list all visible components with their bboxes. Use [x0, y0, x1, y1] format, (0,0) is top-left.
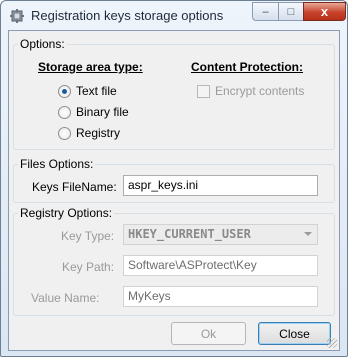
key-path-label: Key Path:	[62, 260, 115, 274]
options-group: Options: Storage area type: Content Prot…	[13, 37, 335, 150]
title-bar[interactable]: Registration keys storage options – □ x	[1, 1, 347, 31]
value-name-input[interactable]: MyKeys	[123, 286, 318, 307]
close-button[interactable]: Close	[258, 322, 331, 345]
radio-registry-label[interactable]: Registry	[76, 126, 120, 140]
key-type-value: HKEY_CURRENT_USER	[128, 227, 251, 241]
encrypt-contents-checkbox[interactable]	[197, 85, 210, 98]
keys-filename-input[interactable]: aspr_keys.ini	[123, 175, 318, 196]
value-name-label: Value Name:	[31, 291, 100, 305]
radio-text-file[interactable]	[58, 85, 71, 98]
keys-filename-label: Keys FileName:	[32, 180, 117, 194]
key-path-input[interactable]: Software\ASProtect\Key	[123, 255, 318, 276]
options-group-title: Options:	[18, 37, 67, 51]
ok-button[interactable]: Ok	[171, 322, 246, 345]
radio-binary-file-label[interactable]: Binary file	[76, 105, 129, 119]
dialog-window: Registration keys storage options – □ x …	[0, 0, 348, 357]
radio-binary-file[interactable]	[58, 106, 71, 119]
minimize-button[interactable]: –	[252, 2, 279, 21]
key-type-label: Key Type:	[61, 229, 115, 243]
registry-options-group-title: Registry Options:	[18, 206, 115, 220]
resize-grip[interactable]	[327, 338, 337, 348]
content-protection-heading: Content Protection:	[191, 60, 303, 74]
chevron-down-icon	[304, 232, 312, 236]
gear-cube-icon	[10, 9, 24, 23]
radio-text-file-label[interactable]: Text file	[76, 84, 117, 98]
files-options-group-title: Files Options:	[18, 157, 96, 171]
files-options-group: Files Options: Keys FileName: aspr_keys.…	[13, 157, 335, 203]
encrypt-contents-label: Encrypt contents	[215, 84, 305, 98]
close-window-button[interactable]: x	[303, 2, 346, 21]
radio-registry[interactable]	[58, 127, 71, 140]
registry-options-group: Registry Options: Key Type: HKEY_CURRENT…	[13, 206, 335, 316]
maximize-button[interactable]: □	[278, 2, 304, 21]
key-type-select[interactable]: HKEY_CURRENT_USER	[123, 224, 318, 245]
window-title: Registration keys storage options	[31, 8, 224, 23]
storage-area-heading: Storage area type:	[38, 60, 143, 74]
dialog-client-area: Options: Storage area type: Content Prot…	[8, 30, 340, 351]
